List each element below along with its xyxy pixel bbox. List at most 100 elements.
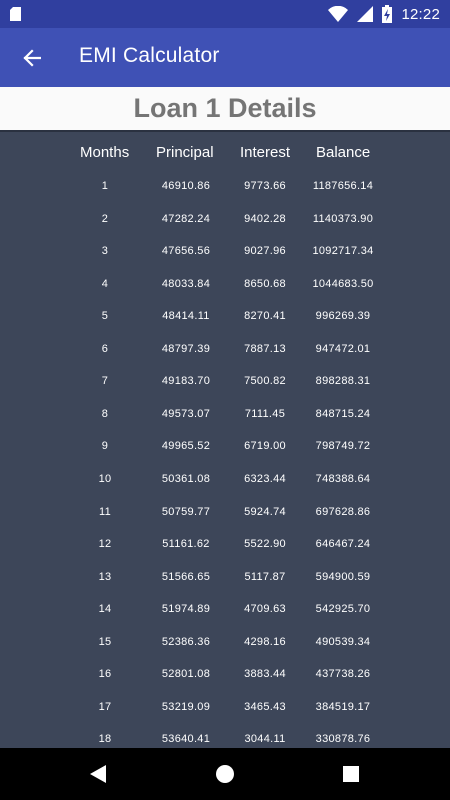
cell-principal: 49183.70 xyxy=(161,375,211,388)
status-bar: 12:22 xyxy=(0,0,450,28)
table-row: 7 49183.70 7500.82 898288.31 xyxy=(0,371,450,391)
cell-balance: 437738.26 xyxy=(315,668,371,681)
column-header-months: Months xyxy=(80,144,130,161)
table-row: 13 51566.65 5117.87 594900.59 xyxy=(0,567,450,587)
home-circle-icon xyxy=(216,765,234,783)
cell-interest: 9773.66 xyxy=(244,180,286,192)
cell-interest: 7500.82 xyxy=(244,375,286,388)
cell-principal: 51974.89 xyxy=(161,603,211,616)
details-header: Loan 1 Details xyxy=(0,87,450,130)
cell-month: 5 xyxy=(101,310,109,323)
cell-month: 18 xyxy=(98,733,112,746)
cell-month: 13 xyxy=(98,570,112,583)
cell-interest: 4298.16 xyxy=(244,635,286,648)
table-row: 3 47656.56 9027.96 1092717.34 xyxy=(0,241,450,261)
cell-principal: 48033.84 xyxy=(161,277,211,290)
table-row: 15 52386.36 4298.16 490539.34 xyxy=(0,632,450,652)
cell-principal: 46910.86 xyxy=(161,180,211,192)
cell-interest: 9027.96 xyxy=(244,245,286,258)
cell-month: 4 xyxy=(101,277,109,290)
column-header-balance: Balance xyxy=(316,144,371,161)
table-row: 2 47282.24 9402.28 1140373.90 xyxy=(0,209,450,229)
cell-principal: 51161.62 xyxy=(162,538,210,551)
cell-interest: 9402.28 xyxy=(244,212,286,225)
amortization-table[interactable]: Months Principal Interest Balance 1 46910… xyxy=(0,132,450,748)
page-title: EMI Calculator xyxy=(79,44,220,67)
cell-principal: 50759.77 xyxy=(161,505,211,518)
status-icons: 12:22 xyxy=(328,0,450,28)
sd-card-icon xyxy=(10,7,21,21)
cell-month: 9 xyxy=(101,440,109,453)
loan-details-title: Loan 1 Details xyxy=(133,93,317,123)
cell-month: 7 xyxy=(101,375,109,388)
cell-month: 10 xyxy=(98,472,112,485)
cell-month: 14 xyxy=(98,603,112,616)
cell-balance: 848715.24 xyxy=(315,407,371,420)
cell-balance: 1187656.14 xyxy=(312,180,374,192)
cell-interest: 5924.74 xyxy=(244,505,286,518)
cell-balance: 748388.64 xyxy=(315,472,371,485)
column-header-interest: Interest xyxy=(240,144,291,161)
table-row: 4 48033.84 8650.68 1044683.50 xyxy=(0,274,450,294)
status-time: 12:22 xyxy=(401,5,440,23)
battery-charging-icon xyxy=(382,5,393,23)
table-header-row: Months Principal Interest Balance xyxy=(0,144,450,166)
cell-principal: 53219.09 xyxy=(161,700,211,713)
back-button[interactable] xyxy=(12,38,52,78)
table-row: 6 48797.39 7887.13 947472.01 xyxy=(0,339,450,359)
cell-principal: 49573.07 xyxy=(161,407,211,420)
cell-balance: 594900.59 xyxy=(315,570,371,583)
cell-interest: 8650.68 xyxy=(244,277,286,290)
cell-balance: 1044683.50 xyxy=(312,277,374,290)
cell-principal: 51566.65 xyxy=(161,570,211,583)
cell-interest: 3465.43 xyxy=(244,700,286,713)
nav-recents-button[interactable] xyxy=(321,748,381,800)
cell-balance: 898288.31 xyxy=(315,375,371,388)
cell-interest: 5117.87 xyxy=(244,570,286,583)
cell-balance: 646467.24 xyxy=(315,538,371,551)
cell-interest: 7887.13 xyxy=(244,342,286,355)
table-row: 12 51161.62 5522.90 646467.24 xyxy=(0,534,450,554)
cell-principal: 48797.39 xyxy=(161,342,211,355)
navigation-bar xyxy=(0,748,450,800)
cell-principal: 52386.36 xyxy=(161,635,211,648)
cell-interest: 3883.44 xyxy=(244,668,286,681)
cell-balance: 697628.86 xyxy=(315,505,371,518)
cell-month: 6 xyxy=(101,342,109,355)
cell-principal: 52801.08 xyxy=(161,668,211,681)
cellular-signal-icon xyxy=(357,6,374,22)
cell-interest: 5522.90 xyxy=(244,538,286,551)
cell-balance: 330878.76 xyxy=(315,733,371,746)
cell-interest: 4709.63 xyxy=(244,603,286,616)
nav-back-button[interactable] xyxy=(68,748,128,800)
cell-principal: 47282.24 xyxy=(161,212,211,225)
back-triangle-icon xyxy=(90,765,106,783)
arrow-back-icon xyxy=(23,49,41,67)
table-row: 18 53640.41 3044.11 330878.76 xyxy=(0,729,450,748)
cell-interest: 6719.00 xyxy=(244,440,286,453)
table-row: 9 49965.52 6719.00 798749.72 xyxy=(0,436,450,456)
table-row: 10 50361.08 6323.44 748388.64 xyxy=(0,469,450,489)
cell-balance: 1140373.90 xyxy=(312,212,374,225)
cell-interest: 7111.45 xyxy=(244,407,286,420)
cell-month: 2 xyxy=(101,212,109,225)
cell-month: 8 xyxy=(101,407,109,420)
table-row: 14 51974.89 4709.63 542925.70 xyxy=(0,599,450,619)
recents-square-icon xyxy=(343,766,359,782)
table-row: 1 46910.86 9773.66 1187656.14 xyxy=(0,176,450,196)
cell-principal: 49965.52 xyxy=(161,440,211,453)
app-bar: EMI Calculator xyxy=(0,28,450,87)
table-row: 17 53219.09 3465.43 384519.17 xyxy=(0,697,450,717)
cell-month: 12 xyxy=(98,538,112,551)
cell-principal: 50361.08 xyxy=(161,472,211,485)
table-row: 16 52801.08 3883.44 437738.26 xyxy=(0,664,450,684)
cell-month: 17 xyxy=(98,700,112,713)
nav-home-button[interactable] xyxy=(195,748,255,800)
table-row: 5 48414.11 8270.41 996269.39 xyxy=(0,306,450,326)
cell-month: 16 xyxy=(98,668,112,681)
cell-balance: 798749.72 xyxy=(315,440,371,453)
column-header-principal: Principal xyxy=(156,144,214,161)
cell-month: 1 xyxy=(101,180,109,192)
table-row: 8 49573.07 7111.45 848715.24 xyxy=(0,404,450,424)
cell-interest: 6323.44 xyxy=(244,472,286,485)
